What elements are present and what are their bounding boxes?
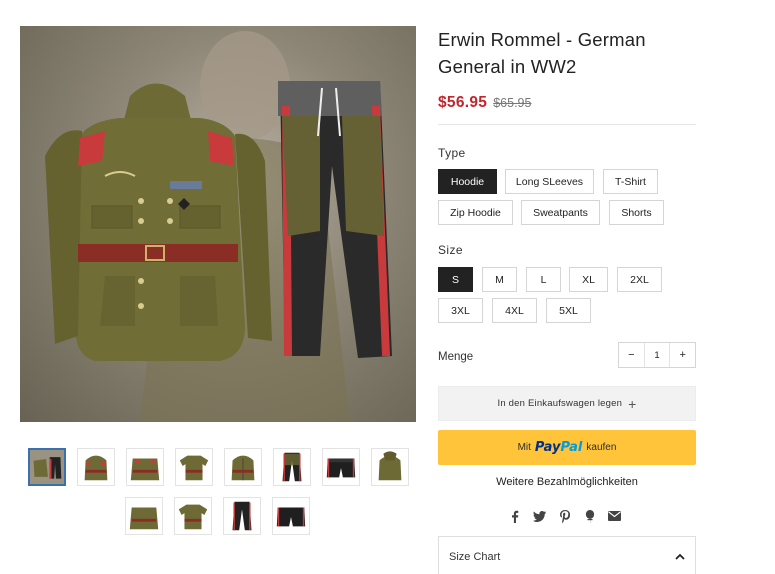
price-row: $56.95 $65.95 — [438, 94, 696, 112]
long-sleeve-icon — [130, 458, 160, 481]
size-option-l[interactable]: L — [526, 267, 561, 292]
paypal-logo-pay: Pay — [534, 440, 561, 455]
size-option-2xl[interactable]: 2XL — [617, 267, 662, 292]
main-product-image[interactable] — [20, 26, 416, 422]
quantity-input[interactable]: 1 — [643, 343, 671, 367]
paypal-logo-pal: Pal — [560, 440, 583, 455]
hoodie-and-pants-icon — [30, 450, 64, 484]
type-option-sweatpants[interactable]: Sweatpants — [521, 200, 600, 225]
size-chart-accordion[interactable]: Size Chart — [438, 536, 696, 574]
size-label: Size — [438, 243, 463, 257]
thumbnail-8[interactable] — [371, 448, 409, 486]
size-option-5xl[interactable]: 5XL — [546, 298, 591, 323]
add-to-cart-button[interactable]: In den Einkaufswagen legen + — [438, 386, 696, 421]
facebook-icon[interactable] — [508, 510, 521, 523]
sweatpants-back-icon — [232, 501, 252, 531]
thumbnail-1[interactable] — [28, 448, 66, 486]
divider — [438, 124, 696, 125]
thumbnail-6[interactable] — [273, 448, 311, 486]
size-option-s[interactable]: S — [438, 267, 473, 292]
shorts-back-icon — [276, 507, 306, 527]
thumbnail-5[interactable] — [224, 448, 262, 486]
chevron-up-icon — [675, 551, 685, 563]
quantity-label: Menge — [438, 351, 474, 363]
thumbnail-9[interactable] — [125, 497, 163, 535]
thumbnail-11[interactable] — [223, 497, 261, 535]
type-option-t-shirt[interactable]: T-Shirt — [603, 169, 658, 194]
tshirt-back-icon — [178, 504, 208, 530]
type-option-long-sleeves[interactable]: Long SLeeves — [505, 169, 594, 194]
product-title: Erwin Rommel - German General in WW2 — [438, 29, 646, 77]
quantity-decrease-button[interactable]: − — [619, 343, 644, 367]
type-option-zip-hoodie[interactable]: Zip Hoodie — [438, 200, 513, 225]
email-icon[interactable] — [608, 510, 621, 523]
quantity-increase-button[interactable]: + — [670, 343, 695, 367]
more-payment-options-link[interactable]: Weitere Bezahlmöglichkeiten — [438, 476, 696, 488]
plus-icon: + — [628, 395, 637, 412]
compare-price: $65.95 — [493, 96, 532, 110]
thumbnail-7[interactable] — [322, 448, 360, 486]
fancy-icon[interactable] — [583, 509, 596, 523]
hoodie-back-icon — [378, 451, 402, 481]
add-to-cart-label: In den Einkaufswagen legen — [497, 398, 623, 409]
thumbnail-10[interactable] — [174, 497, 212, 535]
product-illustration — [45, 31, 392, 422]
paypal-logo: PayPal — [535, 440, 582, 455]
product-info: Erwin Rommel - German General in WW2 $56… — [438, 26, 696, 112]
zip-hoodie-icon — [231, 455, 255, 481]
type-option-hoodie[interactable]: Hoodie — [438, 169, 497, 194]
pinterest-icon[interactable] — [558, 509, 571, 523]
thumbnail-2[interactable] — [77, 448, 115, 486]
type-option-shorts[interactable]: Shorts — [609, 200, 664, 225]
paypal-suffix: kaufen — [586, 442, 617, 453]
share-icons — [508, 508, 628, 524]
twitter-icon[interactable] — [533, 510, 546, 523]
hoodie-icon — [84, 455, 108, 481]
thumbnail-4[interactable] — [175, 448, 213, 486]
shorts-icon — [326, 458, 356, 478]
size-option-xl[interactable]: XL — [569, 267, 608, 292]
long-sleeve-back-icon — [129, 507, 159, 530]
tshirt-icon — [179, 455, 209, 481]
quantity-stepper: − 1 + — [618, 342, 696, 368]
paypal-button[interactable]: Mit PayPal kaufen — [438, 430, 696, 465]
size-option-3xl[interactable]: 3XL — [438, 298, 483, 323]
sale-price: $56.95 — [438, 94, 488, 111]
size-option-m[interactable]: M — [482, 267, 517, 292]
thumbnail-3[interactable] — [126, 448, 164, 486]
size-chart-label: Size Chart — [449, 550, 501, 563]
thumbnail-12[interactable] — [272, 497, 310, 535]
type-label: Type — [438, 146, 466, 160]
size-option-4xl[interactable]: 4XL — [492, 298, 537, 323]
paypal-prefix: Mit — [517, 442, 531, 453]
sweatpants-icon — [282, 452, 302, 482]
